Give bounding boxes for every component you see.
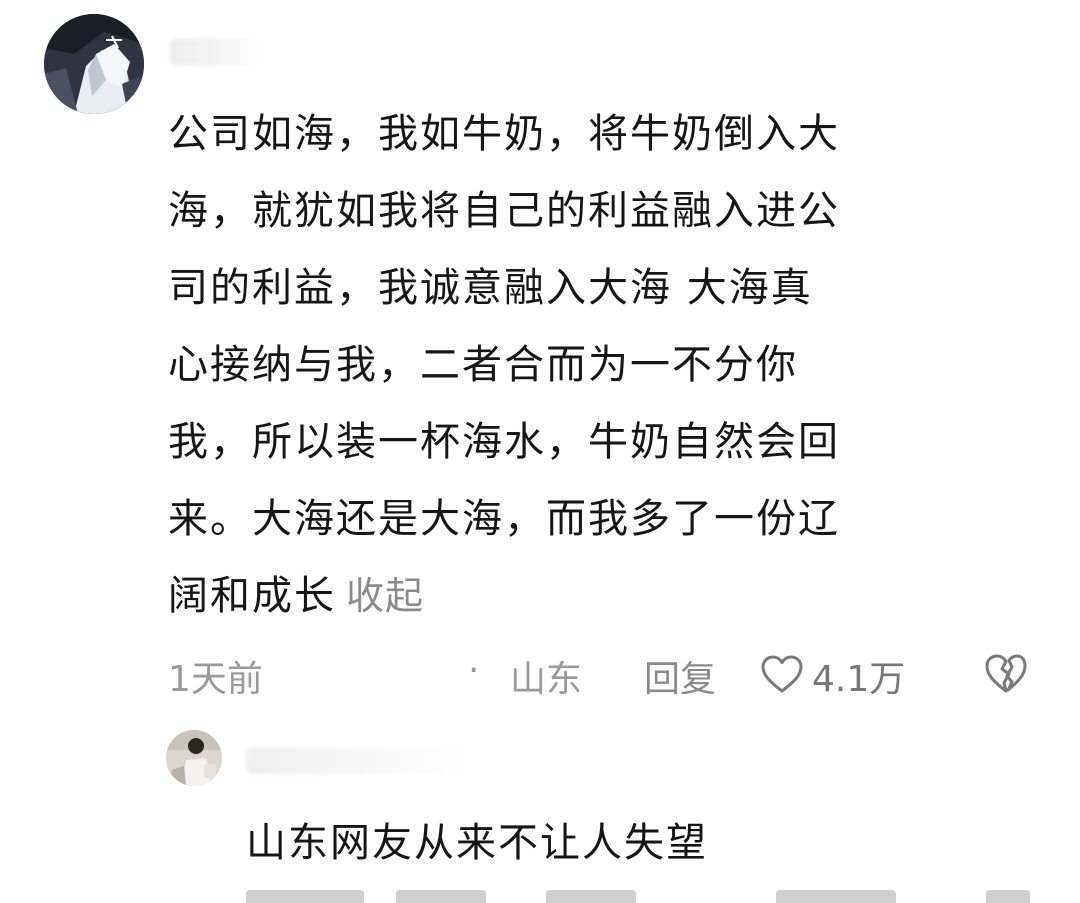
comment-time: 1天前 <box>168 659 263 700</box>
commenter-username-obscured <box>170 38 262 66</box>
reply-meta-fragment <box>396 890 486 903</box>
comment-line: 司的利益，我诚意融入大海 大海真 <box>168 265 813 311</box>
replier-username-obscured <box>246 748 466 774</box>
anime-avatar-image <box>44 14 144 114</box>
reply-meta-fragment <box>246 890 364 903</box>
comment-line: 我，所以装一杯海水，牛奶自然会回 <box>168 419 840 465</box>
replier-avatar[interactable] <box>166 730 222 786</box>
comment-line: 心接纳与我，二者合而为一不分你 <box>168 342 798 388</box>
comment-line-last: 阔和成长 收起 <box>168 558 1018 635</box>
commenter-avatar[interactable] <box>44 14 144 114</box>
comment-line: 来。大海还是大海，而我多了一份辽 <box>168 496 840 542</box>
reply-body: 山东网友从来不让人失望 <box>246 820 708 866</box>
reply-meta-row-cut-off <box>246 890 1046 903</box>
reply-button[interactable]: 回复 <box>644 650 716 702</box>
comment-meta-row: 1天前 · 山东 回复 4.1万 <box>168 644 1048 700</box>
collapse-button[interactable]: 收起 <box>346 574 424 618</box>
broken-heart-icon[interactable] <box>984 652 1028 694</box>
comment-line: 海，就犹如我将自己的利益融入进公 <box>168 188 840 234</box>
comment-line: 公司如海，我如牛奶，将牛奶倒入大 <box>168 111 840 157</box>
comment-line-text: 阔和成长 <box>168 573 336 619</box>
meta-separator: · <box>468 650 480 691</box>
photo-avatar-image <box>166 730 222 786</box>
heart-outline-icon <box>761 655 803 693</box>
like-count: 4.1万 <box>812 659 906 700</box>
comment-body: 公司如海，我如牛奶，将牛奶倒入大 海，就犹如我将自己的利益融入进公 司的利益，我… <box>168 96 1018 635</box>
reply-meta-fragment <box>986 890 1030 903</box>
comment-location: 山东 <box>510 659 583 700</box>
reply-meta-fragment <box>776 890 896 903</box>
reply-meta-fragment <box>546 890 636 903</box>
